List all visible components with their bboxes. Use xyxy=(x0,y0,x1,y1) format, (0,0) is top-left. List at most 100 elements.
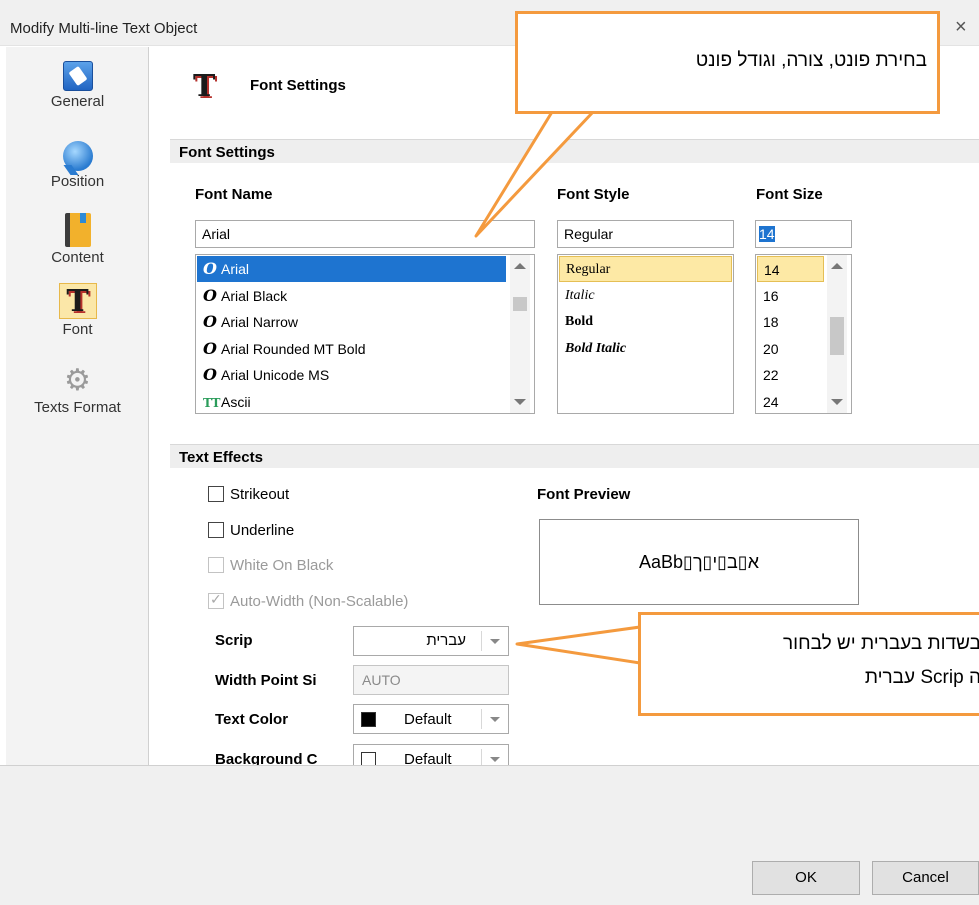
sidebar-item-label: Texts Format xyxy=(34,399,121,416)
general-icon xyxy=(62,61,93,91)
cancel-button[interactable]: Cancel xyxy=(872,861,979,895)
list-item[interactable]: 20 xyxy=(757,336,824,362)
opentype-font-icon: O xyxy=(203,286,217,305)
width-point-size-label: Width Point Si xyxy=(215,672,317,689)
strikeout-checkbox[interactable] xyxy=(208,486,224,502)
font-style-input[interactable]: Regular xyxy=(557,220,734,248)
list-item[interactable]: O Arial Rounded MT Bold xyxy=(197,336,506,362)
scroll-thumb[interactable] xyxy=(830,317,844,355)
font-icon: T xyxy=(193,69,216,104)
list-item-label: Arial Narrow xyxy=(221,314,299,330)
callout-top-text: בחירת פונט, צורה, וגודל פונט xyxy=(695,50,927,71)
color-swatch xyxy=(361,712,376,727)
checkbox-label: Auto-Width (Non-Scalable) xyxy=(230,593,409,610)
sidebar: General Position Content T Font ⚙ Texts … xyxy=(6,47,149,765)
opentype-font-icon: O xyxy=(203,339,217,358)
callout-tail-top xyxy=(474,110,595,238)
sidebar-item-label: Position xyxy=(50,173,105,190)
list-item[interactable]: Bold Italic xyxy=(559,336,732,362)
font-name-list[interactable]: O Arial O Arial Black O Arial Narrow O Arial… xyxy=(195,254,535,414)
select-divider xyxy=(481,631,482,651)
opentype-font-icon: O xyxy=(203,259,217,278)
list-item[interactable]: O Arial Narrow xyxy=(197,309,506,335)
sidebar-item-content[interactable]: Content xyxy=(6,213,149,266)
font-size-label: Font Size xyxy=(756,186,823,203)
strikeout-checkbox-row[interactable]: Strikeout xyxy=(208,486,289,506)
font-name-scrollbar[interactable] xyxy=(510,255,530,413)
list-item-label: Arial Unicode MS xyxy=(221,367,330,383)
callout-bottom: בשדות בעברית יש לבחור ה Scrip עברית xyxy=(638,612,979,716)
font-name-label: Font Name xyxy=(195,186,273,203)
page-title: Font Settings xyxy=(250,77,346,94)
script-label: Scrip xyxy=(215,632,253,649)
checkbox-label: White On Black xyxy=(230,557,334,574)
list-item[interactable]: 16 xyxy=(757,283,824,309)
section-font-settings: Font Settings xyxy=(170,139,979,163)
list-item[interactable]: 22 xyxy=(757,362,824,388)
font-name-input[interactable]: Arial xyxy=(195,220,535,248)
font-size-list[interactable]: 14 16 18 20 22 24 xyxy=(755,254,852,414)
window-title: Modify Multi-line Text Object xyxy=(10,20,198,37)
section-text-effects: Text Effects xyxy=(170,444,979,468)
position-icon xyxy=(62,141,93,171)
list-item[interactable]: O Arial Unicode MS xyxy=(197,362,506,388)
list-item[interactable]: Bold xyxy=(559,309,732,335)
list-item[interactable]: 24 xyxy=(757,389,824,413)
list-item[interactable]: 18 xyxy=(757,309,824,335)
text-color-select[interactable]: Default xyxy=(353,704,509,734)
list-item[interactable]: TTAscii xyxy=(197,389,506,413)
content-icon xyxy=(64,213,91,247)
scroll-thumb[interactable] xyxy=(513,297,527,311)
underline-checkbox[interactable] xyxy=(208,522,224,538)
font-size-input[interactable]: 14 xyxy=(755,220,852,248)
text-color-label: Text Color xyxy=(215,711,289,728)
script-select[interactable]: עברית xyxy=(353,626,509,656)
auto-width-checkbox xyxy=(208,591,224,609)
font-icon: T xyxy=(58,283,97,319)
truetype-font-icon: TT xyxy=(203,396,221,410)
list-item-label: Arial Rounded MT Bold xyxy=(221,341,366,357)
font-preview-box: AaBb▯א▯ב▯י▯ך xyxy=(539,519,859,605)
list-item[interactable]: O Arial xyxy=(197,256,506,282)
script-select-value: עברית xyxy=(426,632,466,649)
list-item[interactable]: Regular xyxy=(559,256,732,282)
sidebar-item-position[interactable]: Position xyxy=(6,139,149,190)
font-size-scrollbar[interactable] xyxy=(827,255,847,413)
list-item[interactable]: O Arial Black xyxy=(197,283,506,309)
checkbox-label: Strikeout xyxy=(230,486,290,503)
white-on-black-checkbox xyxy=(208,557,224,573)
chevron-down-icon[interactable] xyxy=(490,757,500,762)
callout-tail-bottom xyxy=(515,625,642,665)
width-point-size-input[interactable]: AUTO xyxy=(353,665,509,695)
chevron-down-icon[interactable] xyxy=(490,639,500,644)
list-item-label: Arial Black xyxy=(221,288,288,304)
checkbox-label: Underline xyxy=(230,522,295,539)
font-preview-sample: AaBb▯א▯ב▯י▯ך xyxy=(638,552,760,572)
list-item[interactable]: 14 xyxy=(757,256,824,282)
list-item[interactable]: Italic xyxy=(559,283,732,309)
scroll-down-icon[interactable] xyxy=(831,399,843,405)
font-size-input-text: 14 xyxy=(759,226,775,242)
scroll-up-icon[interactable] xyxy=(831,263,843,269)
font-style-label: Font Style xyxy=(557,186,630,203)
callout-bottom-line1: בשדות בעברית יש לבחור xyxy=(783,633,979,654)
underline-checkbox-row[interactable]: Underline xyxy=(208,522,294,542)
scroll-up-icon[interactable] xyxy=(514,263,526,269)
ok-button[interactable]: OK xyxy=(752,861,860,895)
close-icon[interactable]: × xyxy=(955,16,967,39)
list-item-label: Arial xyxy=(221,261,250,277)
select-divider xyxy=(481,709,482,729)
sidebar-item-label: General xyxy=(50,93,105,110)
scroll-down-icon[interactable] xyxy=(514,399,526,405)
callout-bottom-line2: ה Scrip עברית xyxy=(864,667,979,688)
chevron-down-icon[interactable] xyxy=(490,717,500,722)
font-preview-label: Font Preview xyxy=(537,486,631,503)
sidebar-item-font[interactable]: T Font xyxy=(6,283,149,338)
width-point-size-value: AUTO xyxy=(362,672,401,688)
sidebar-item-general[interactable]: General xyxy=(6,59,149,110)
opentype-font-icon: O xyxy=(203,365,217,384)
font-style-list[interactable]: Regular Italic Bold Bold Italic xyxy=(557,254,734,414)
list-item-label: Ascii xyxy=(221,394,251,410)
gear-icon: ⚙ xyxy=(64,364,91,397)
sidebar-item-texts-format[interactable]: ⚙ Texts Format xyxy=(6,364,149,417)
